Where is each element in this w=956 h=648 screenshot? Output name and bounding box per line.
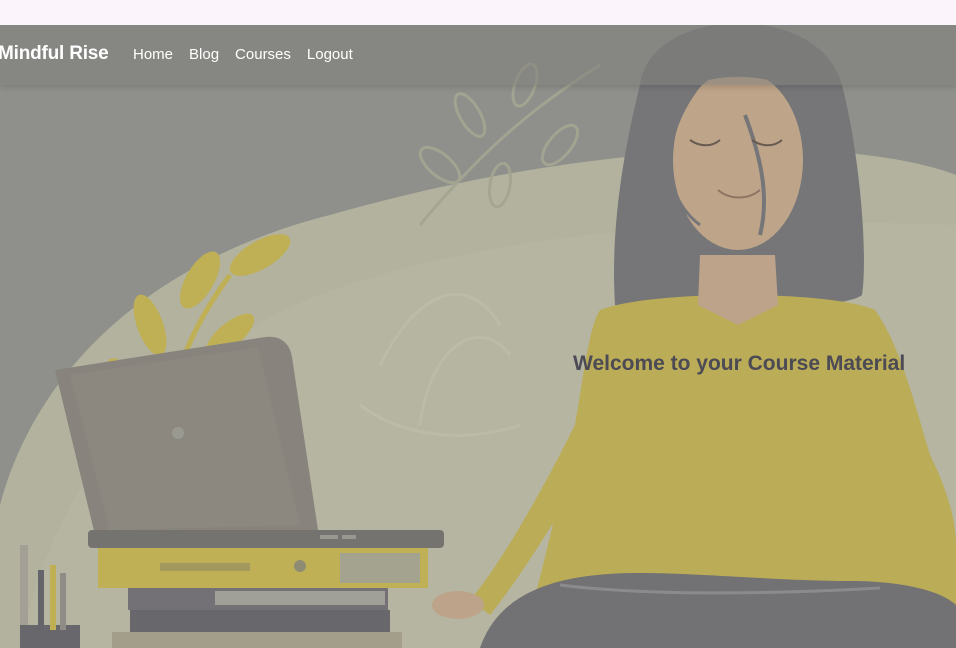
page: Mindful Rise Home Blog Courses Logout We… — [0, 0, 956, 648]
nav-link-courses[interactable]: Courses — [235, 46, 291, 63]
nav-link-logout[interactable]: Logout — [307, 46, 353, 63]
top-strip — [0, 0, 956, 25]
hero-section: Mindful Rise Home Blog Courses Logout We… — [0, 25, 956, 648]
hero-title: Welcome to your Course Material — [573, 352, 906, 375]
nav-link-blog[interactable]: Blog — [189, 46, 219, 63]
navbar: Mindful Rise Home Blog Courses Logout — [0, 25, 956, 85]
nav-link-home[interactable]: Home — [133, 46, 173, 63]
brand-logo-link[interactable]: Mindful Rise — [0, 43, 109, 65]
hero-overlay — [0, 25, 956, 648]
nav-links: Home Blog Courses Logout — [133, 46, 353, 63]
